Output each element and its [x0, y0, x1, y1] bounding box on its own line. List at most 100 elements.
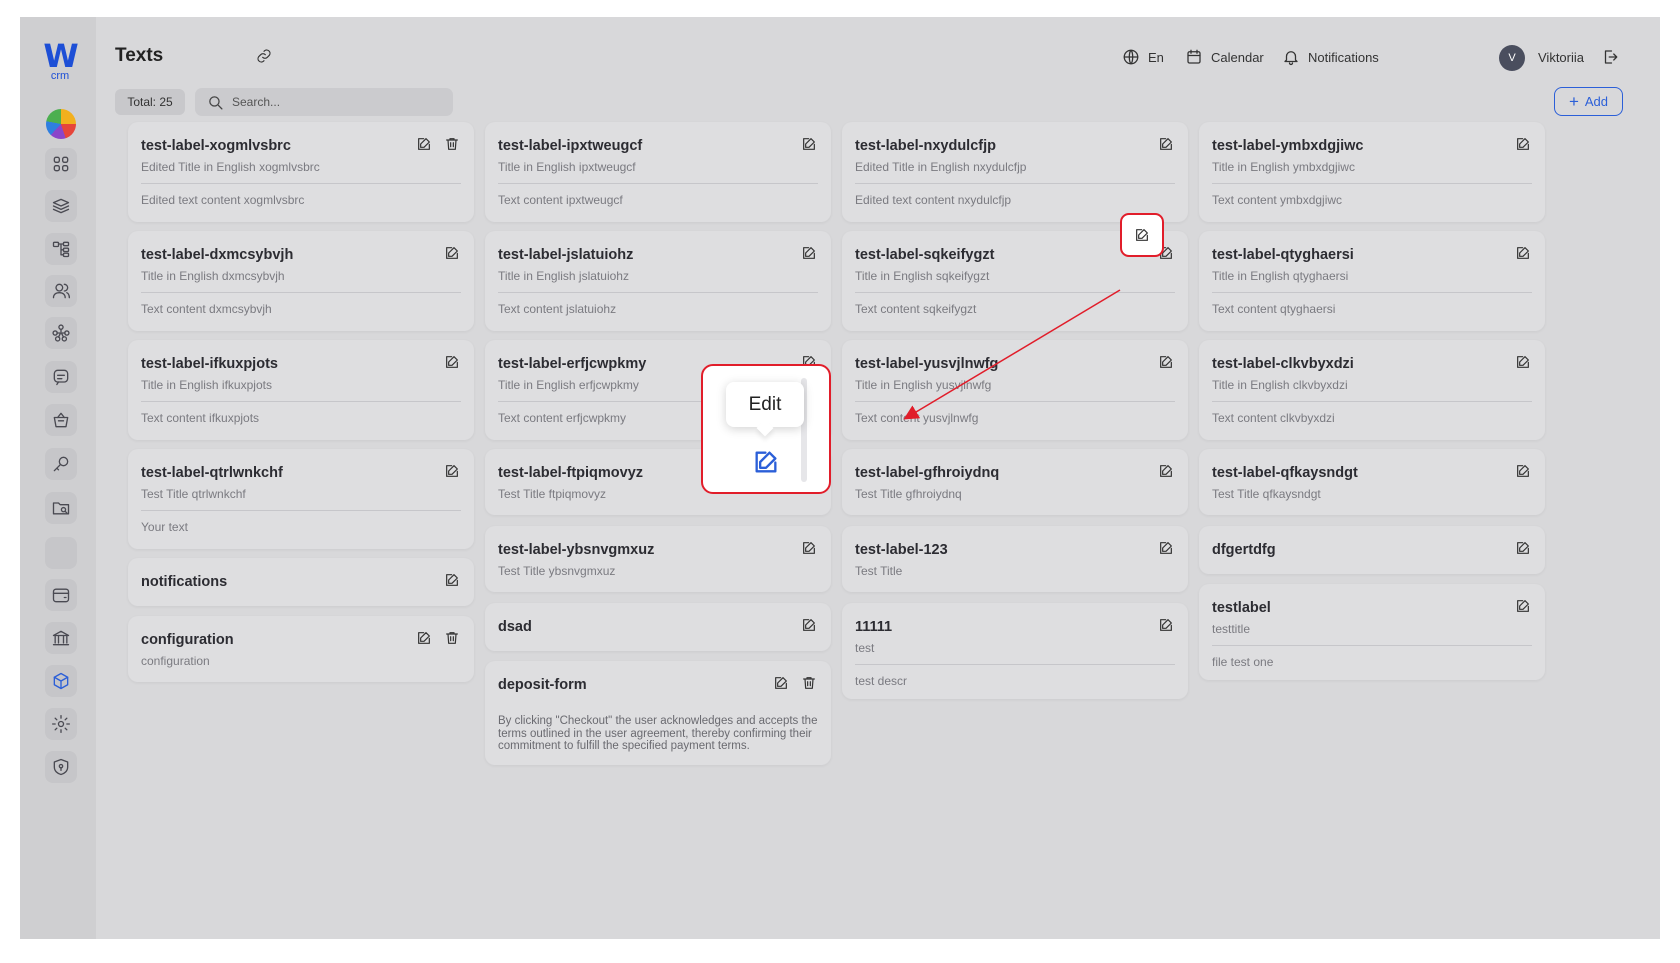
- basket-icon: [53, 412, 69, 428]
- edit-icon[interactable]: [1158, 617, 1174, 633]
- card-label: test-label-123: [855, 542, 948, 558]
- search-input[interactable]: [232, 95, 432, 109]
- sidebar-item-9[interactable]: [45, 492, 77, 524]
- trash-icon[interactable]: [801, 675, 817, 691]
- card-label: test-label-ybsnvgmxuz: [498, 542, 655, 558]
- sidebar-item-13[interactable]: [45, 665, 77, 697]
- card-actions: [773, 675, 817, 691]
- edit-icon[interactable]: [444, 354, 460, 370]
- sidebar-item-3[interactable]: [45, 233, 77, 265]
- edit-icon[interactable]: [1515, 245, 1531, 261]
- edit-icon[interactable]: [416, 630, 432, 646]
- card-label: test-label-qtrlwnkchf: [141, 465, 283, 481]
- trash-icon[interactable]: [444, 630, 460, 646]
- logout-icon[interactable]: [1601, 47, 1619, 67]
- text-card: test-label-jslatuiohz Title in English js…: [485, 231, 831, 331]
- calendar-label: Calendar: [1211, 49, 1264, 65]
- card-text: file test one: [1212, 655, 1274, 669]
- calendar-button[interactable]: Calendar: [1185, 47, 1264, 67]
- card-label: test-label-yusvjlnwfg: [855, 356, 999, 372]
- card-actions: [1515, 598, 1531, 614]
- edit-icon[interactable]: [801, 540, 817, 556]
- card-title: Test Title qtrlwnkchf: [141, 487, 246, 501]
- card-title: Edited Title in English nxydulcfjp: [855, 160, 1027, 174]
- sidebar-item-14[interactable]: [45, 708, 77, 740]
- card-label: test-label-clkvbyxdzi: [1212, 356, 1354, 372]
- card-label: dsad: [498, 619, 532, 635]
- edit-icon[interactable]: [1515, 540, 1531, 556]
- edit-icon[interactable]: [1158, 463, 1174, 479]
- text-card: test-label-clkvbyxdzi Title in English cl…: [1199, 340, 1545, 440]
- card-title: Title in English qtyghaersi: [1212, 269, 1349, 283]
- avatar[interactable]: V: [1499, 45, 1525, 71]
- sidebar-item-15[interactable]: [45, 751, 77, 783]
- edit-icon[interactable]: [1515, 136, 1531, 152]
- card-text: Edited text content xogmlvsbrc: [141, 193, 305, 207]
- notifications-button[interactable]: Notifications: [1282, 47, 1379, 67]
- sidebar-item-10[interactable]: [45, 537, 77, 569]
- card-label: test-label-xogmlvsbrc: [141, 138, 291, 154]
- link-icon[interactable]: [256, 48, 272, 64]
- edit-icon[interactable]: [801, 617, 817, 633]
- logo-letter: W: [43, 37, 78, 75]
- colorful-pie-icon[interactable]: [46, 109, 76, 139]
- text-card: test-label-qtyghaersi Title in English qt…: [1199, 231, 1545, 331]
- card-actions: [801, 540, 817, 556]
- edit-icon[interactable]: [1158, 136, 1174, 152]
- sidebar-item-8[interactable]: [45, 448, 77, 480]
- sidebar-item-7[interactable]: [45, 404, 77, 436]
- edit-icon[interactable]: [444, 463, 460, 479]
- card-title: Test Title: [855, 564, 903, 578]
- chat-icon: [53, 369, 69, 386]
- edit-icon[interactable]: [773, 675, 789, 691]
- edit-icon[interactable]: [1515, 354, 1531, 370]
- edit-icon[interactable]: [1515, 463, 1531, 479]
- text-card: test-label-ifkuxpjots Title in English if…: [128, 340, 474, 440]
- search-bar[interactable]: [195, 88, 453, 116]
- card-title: Title in English yusvjlnwfg: [855, 378, 992, 392]
- edit-icon[interactable]: [801, 136, 817, 152]
- user-name[interactable]: Viktoriia: [1538, 47, 1584, 67]
- text-card: testlabel testtitle file test one: [1199, 584, 1545, 680]
- sidebar-item-1[interactable]: [45, 148, 77, 180]
- edit-icon[interactable]: [1158, 540, 1174, 556]
- card-title: Title in English erfjcwpkmy: [498, 378, 639, 392]
- edit-icon[interactable]: [444, 572, 460, 588]
- edit-icon[interactable]: [416, 136, 432, 152]
- card-divider: [855, 664, 1175, 665]
- card-label: test-label-erfjcwpkmy: [498, 356, 647, 372]
- card-divider: [141, 401, 461, 402]
- card-label: test-label-ipxtweugcf: [498, 138, 643, 154]
- text-card: test-label-yusvjlnwfg Title in English yu…: [842, 340, 1188, 440]
- trash-icon[interactable]: [444, 136, 460, 152]
- text-card: notifications: [128, 558, 474, 606]
- card-actions: [1515, 354, 1531, 370]
- card-title: Test Title ftpiqmovyz: [498, 487, 607, 501]
- gear-icon: [52, 715, 71, 733]
- notifications-label: Notifications: [1308, 49, 1379, 65]
- sidebar-item-2[interactable]: [45, 190, 77, 222]
- card-text: Your text: [141, 520, 188, 534]
- highlighted-edit-button[interactable]: [1120, 213, 1164, 257]
- edit-icon[interactable]: [1515, 598, 1531, 614]
- edit-icon[interactable]: [444, 245, 460, 261]
- sidebar-item-12[interactable]: [45, 622, 77, 654]
- total-count-badge: Total: 25: [115, 89, 185, 115]
- edit-icon[interactable]: [752, 448, 780, 476]
- card-text: Text content erfjcwpkmy: [498, 411, 627, 425]
- brand-logo[interactable]: W crm: [42, 37, 78, 82]
- card-text: Text content yusvjlnwfg: [855, 411, 979, 425]
- add-button[interactable]: + Add: [1554, 87, 1623, 116]
- card-actions: [801, 136, 817, 152]
- edit-icon[interactable]: [1158, 354, 1174, 370]
- sidebar-item-4[interactable]: [45, 275, 77, 307]
- edit-icon[interactable]: [801, 245, 817, 261]
- card-text: Text content ymbxdgjiwc: [1212, 193, 1343, 207]
- card-divider: [1212, 292, 1532, 293]
- text-card: test-label-nxydulcfjp Edited Title in Eng…: [842, 122, 1188, 222]
- sidebar-item-5[interactable]: [45, 317, 77, 349]
- card-label: test-label-ifkuxpjots: [141, 356, 278, 372]
- language-button[interactable]: En: [1122, 47, 1164, 67]
- sidebar-item-11[interactable]: [45, 579, 77, 611]
- sidebar-item-6[interactable]: [45, 361, 77, 393]
